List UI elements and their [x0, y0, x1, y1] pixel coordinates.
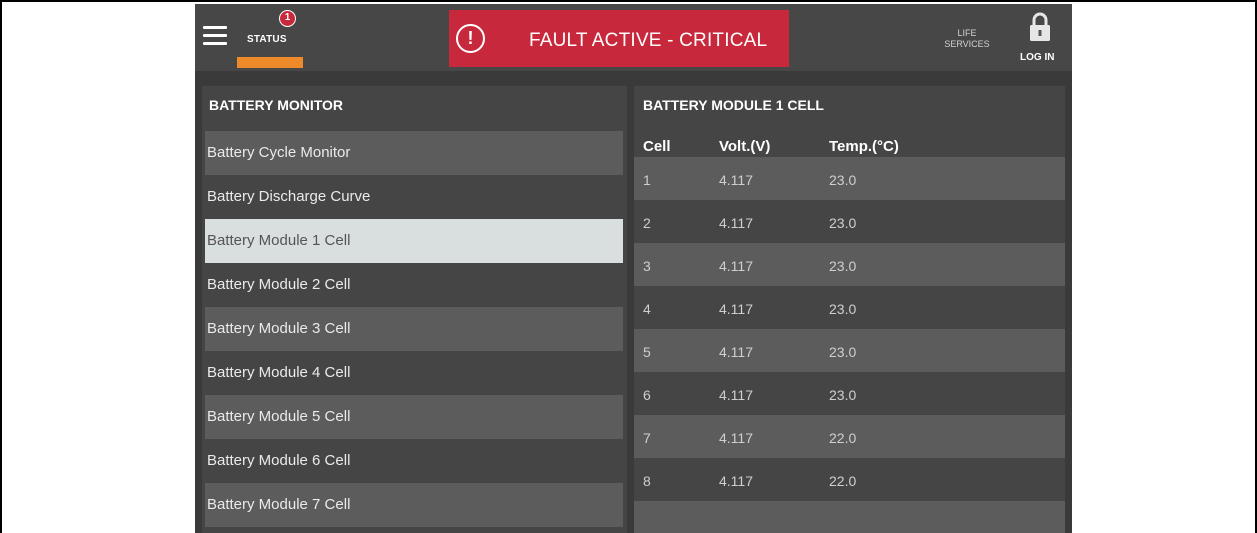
hamburger-menu-icon[interactable]: [203, 26, 227, 46]
cell-voltage: 4.117: [719, 215, 753, 231]
panel-title: BATTERY MONITOR: [209, 97, 344, 113]
table-row: 1 4.117 23.0: [634, 157, 1065, 200]
hmi-screen: 1 STATUS ! FAULT ACTIVE - CRITICAL LIFE …: [195, 4, 1072, 533]
table-row: 4 4.117 23.0: [634, 286, 1065, 329]
table-row: 6 4.117 23.0: [634, 372, 1065, 415]
cell-voltage: 4.117: [719, 172, 753, 188]
table-row: 3 4.117 23.0: [634, 243, 1065, 286]
cell-number: 7: [643, 430, 651, 446]
life-services-button[interactable]: LIFE SERVICES: [943, 28, 991, 50]
cell-voltage: 4.117: [719, 473, 753, 489]
table-row: 5 4.117 23.0: [634, 329, 1065, 372]
cell-number: 4: [643, 301, 651, 317]
status-alert-badge: 1: [279, 10, 296, 27]
cell-temperature: 23.0: [829, 215, 857, 231]
panel-title: BATTERY MODULE 1 CELL: [643, 97, 824, 113]
cell-number: 5: [643, 344, 651, 360]
life-services-label-line1: LIFE: [957, 28, 977, 38]
table-row-partial: [634, 501, 1065, 533]
lock-icon: [1030, 12, 1050, 41]
table-row: 8 4.117 22.0: [634, 458, 1065, 501]
column-header-cell: Cell: [643, 138, 671, 155]
battery-monitor-panel: BATTERY MONITOR Battery Cycle Monitor Ba…: [202, 86, 627, 533]
top-header: 1 STATUS ! FAULT ACTIVE - CRITICAL LIFE …: [195, 4, 1072, 71]
menu-item-battery-cycle-monitor[interactable]: Battery Cycle Monitor: [205, 131, 623, 175]
status-tab-indicator: [237, 57, 303, 68]
cell-voltage: 4.117: [719, 258, 753, 274]
column-header-temp: Temp.(°C): [829, 138, 899, 155]
fault-banner[interactable]: ! FAULT ACTIVE - CRITICAL: [449, 10, 789, 67]
cell-temperature: 23.0: [829, 387, 857, 403]
table-row: 2 4.117 23.0: [634, 200, 1065, 243]
column-header-volt: Volt.(V): [719, 138, 771, 155]
cell-temperature: 23.0: [829, 344, 857, 360]
menu-item-battery-module-3-cell[interactable]: Battery Module 3 Cell: [205, 307, 623, 351]
cell-number: 3: [643, 258, 651, 274]
cell-voltage: 4.117: [719, 430, 753, 446]
life-services-label-line2: SERVICES: [944, 39, 990, 49]
fault-banner-text: FAULT ACTIVE - CRITICAL: [529, 30, 768, 51]
cell-number: 8: [643, 473, 651, 489]
cell-temperature: 23.0: [829, 301, 857, 317]
cell-data-panel: BATTERY MODULE 1 CELL Cell Volt.(V) Temp…: [634, 86, 1065, 533]
menu-item-battery-module-5-cell[interactable]: Battery Module 5 Cell: [205, 395, 623, 439]
cell-voltage: 4.117: [719, 387, 753, 403]
cell-voltage: 4.117: [719, 344, 753, 360]
login-button[interactable]: LOG IN: [1016, 12, 1066, 68]
cell-temperature: 23.0: [829, 258, 857, 274]
cell-number: 6: [643, 387, 651, 403]
menu-item-battery-module-4-cell[interactable]: Battery Module 4 Cell: [205, 351, 623, 395]
alert-circle-icon: !: [456, 24, 485, 53]
cell-temperature: 23.0: [829, 172, 857, 188]
menu-item-battery-module-2-cell[interactable]: Battery Module 2 Cell: [205, 263, 623, 307]
cell-number: 2: [643, 215, 651, 231]
cell-temperature: 22.0: [829, 430, 857, 446]
cell-voltage: 4.117: [719, 301, 753, 317]
menu-item-battery-module-6-cell[interactable]: Battery Module 6 Cell: [205, 439, 623, 483]
status-tab[interactable]: STATUS: [247, 34, 287, 45]
login-label: LOG IN: [1020, 52, 1055, 63]
table-row: 7 4.117 22.0: [634, 415, 1065, 458]
cell-temperature: 22.0: [829, 473, 857, 489]
cell-number: 1: [643, 172, 651, 188]
menu-item-battery-module-1-cell[interactable]: Battery Module 1 Cell: [205, 219, 623, 263]
menu-item-battery-discharge-curve[interactable]: Battery Discharge Curve: [205, 175, 623, 219]
menu-item-battery-module-7-cell[interactable]: Battery Module 7 Cell: [205, 483, 623, 527]
